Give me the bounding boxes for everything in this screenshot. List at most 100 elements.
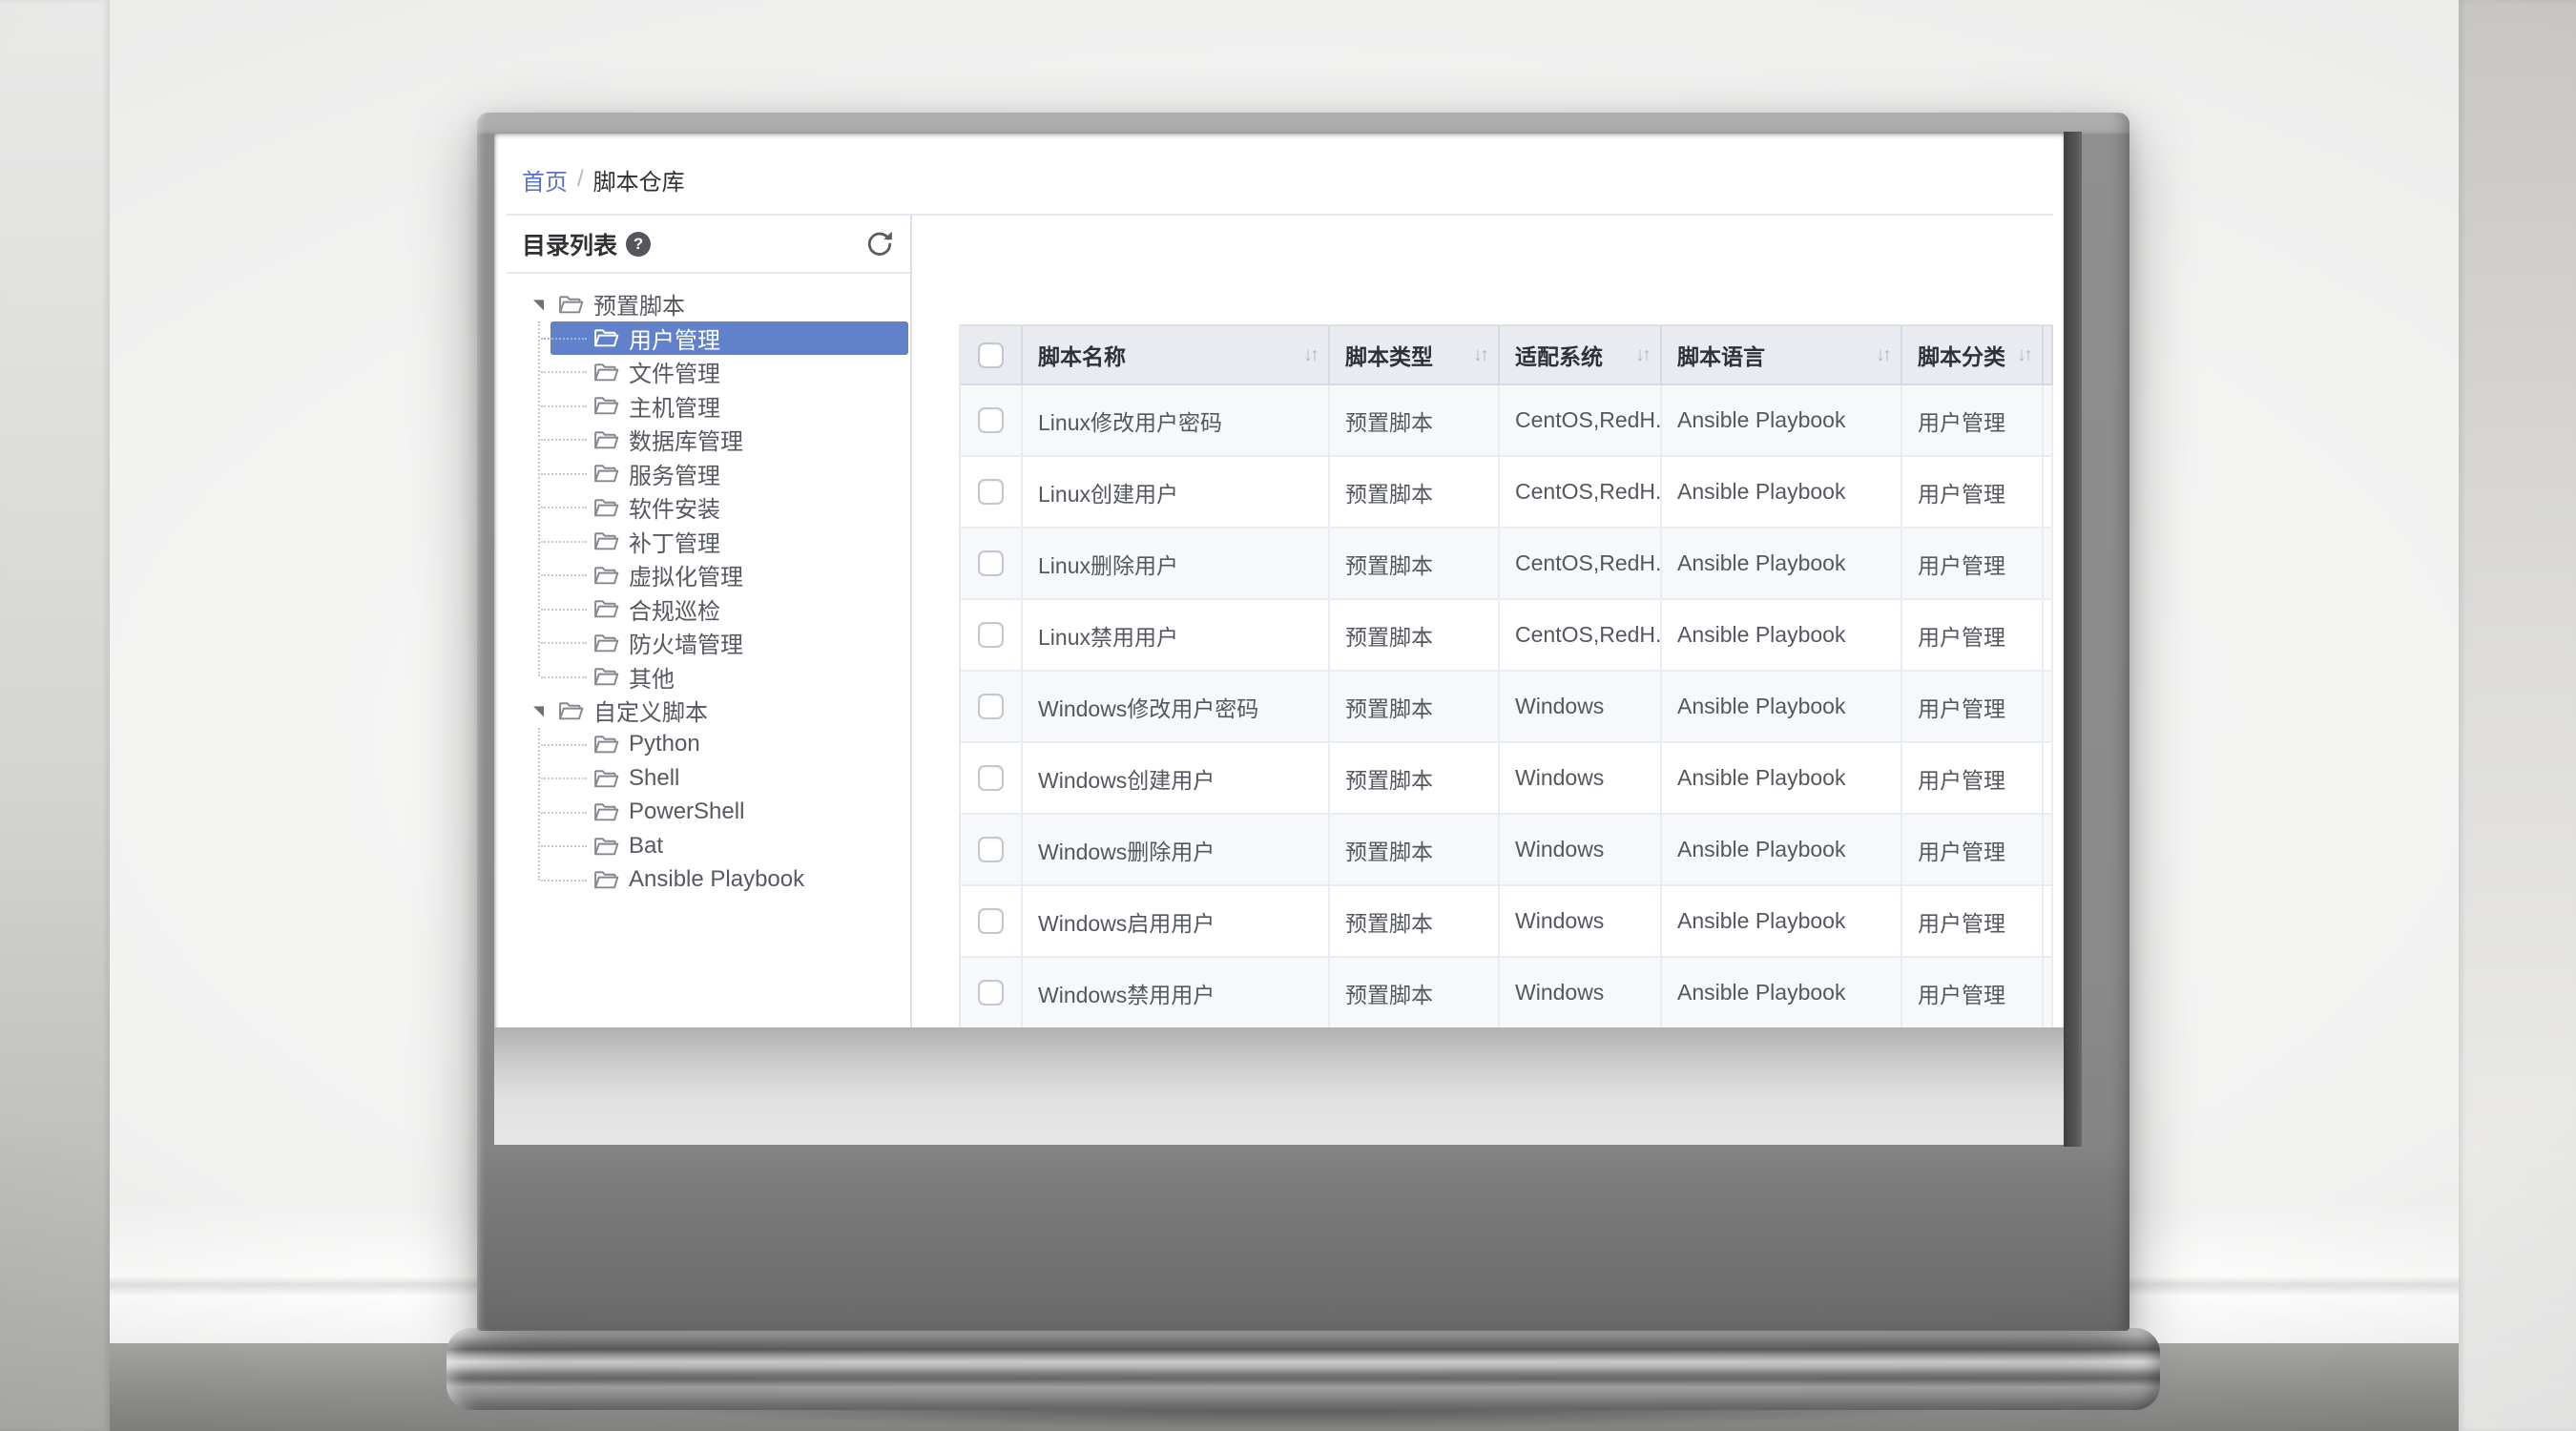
sort-icons[interactable]: ↓↑ (1303, 344, 1319, 366)
cell-extra (2044, 958, 2053, 1027)
tree-item-label: 软件安装 (629, 497, 720, 524)
left-wall-pillar (0, 0, 110, 1431)
row-checkbox-cell (961, 815, 1023, 886)
breadcrumb-home-link[interactable]: 首页 (522, 163, 568, 197)
row-checkbox[interactable] (978, 908, 1004, 934)
breadcrumb-current: 脚本仓库 (592, 169, 685, 196)
row-checkbox-cell (961, 457, 1023, 529)
column-header-script-name[interactable]: 脚本名称 ↓↑ (1023, 326, 1330, 385)
cell-extra (2044, 385, 2053, 457)
cell-target-os: CentOS,RedH... (1500, 385, 1662, 457)
tree-guide-line (538, 321, 540, 676)
sort-icons[interactable]: ↓↑ (1635, 344, 1652, 366)
row-checkbox-cell (961, 672, 1023, 743)
sidebar-title: 目录列表 (522, 232, 618, 259)
refresh-button[interactable] (864, 229, 895, 259)
tree-item-label: 文件管理 (629, 362, 720, 388)
tree-item-label: 虚拟化管理 (629, 565, 743, 591)
tree-item[interactable]: Shell (541, 761, 908, 796)
table-row[interactable]: Linux创建用户 预置脚本 CentOS,RedH... Ansible Pl… (961, 457, 2053, 529)
monitor-bezel-right (2064, 132, 2082, 1147)
tree-item[interactable]: 文件管理 (541, 355, 908, 389)
row-checkbox[interactable] (978, 765, 1004, 791)
table-row[interactable]: Windows禁用用户 预置脚本 Windows Ansible Playboo… (961, 958, 2053, 1027)
tree-item[interactable]: 服务管理 (541, 457, 908, 491)
expand-arrow-icon[interactable] (532, 298, 545, 311)
tree-item[interactable]: 主机管理 (541, 389, 908, 424)
folder-open-icon (594, 633, 619, 653)
cell-script-category: 用户管理 (1902, 886, 2044, 958)
table-row[interactable]: Windows启用用户 预置脚本 Windows Ansible Playboo… (961, 886, 2053, 958)
cell-script-language: Ansible Playbook (1662, 886, 1902, 958)
folder-open-icon (594, 430, 619, 449)
cell-script-type: 预置脚本 (1330, 672, 1500, 743)
tree-item[interactable]: 软件安装 (541, 490, 908, 525)
row-checkbox-cell (961, 385, 1023, 457)
tree-connector (541, 371, 587, 373)
cell-script-category: 用户管理 (1902, 743, 2044, 815)
tree-item[interactable]: 自定义脚本 (507, 694, 910, 728)
tree-connector (541, 439, 587, 441)
tree-item[interactable]: 虚拟化管理 (541, 558, 908, 592)
monitor-stand (447, 1328, 2160, 1410)
folder-open-icon (594, 532, 619, 550)
tree-item[interactable]: Ansible Playbook (541, 863, 908, 898)
folder-open-icon (594, 769, 619, 788)
sort-icons[interactable]: ↓↑ (1473, 344, 1489, 366)
content-card: 目录列表 ? 预置脚本 用户管理 文件管理 主机管理 数据库管理 服务管理 软件… (507, 216, 2053, 1027)
column-header-script-category[interactable]: 脚本分类 ↓↑ (1902, 326, 2044, 385)
tree-connector (541, 507, 587, 508)
table-row[interactable]: Windows创建用户 预置脚本 Windows Ansible Playboo… (961, 743, 2053, 815)
tree-connector (541, 811, 587, 814)
tree-connector (541, 743, 587, 746)
row-checkbox[interactable] (978, 694, 1004, 719)
row-checkbox[interactable] (978, 407, 1004, 433)
column-header-script-language[interactable]: 脚本语言 ↓↑ (1662, 326, 1902, 385)
row-checkbox-cell (961, 743, 1023, 815)
cell-extra (2044, 743, 2053, 815)
tree-item[interactable]: 合规巡检 (541, 592, 908, 627)
sort-icons[interactable]: ↓↑ (1876, 344, 1892, 366)
cell-script-type: 预置脚本 (1330, 815, 1500, 886)
table-row[interactable]: Windows修改用户密码 预置脚本 Windows Ansible Playb… (961, 672, 2053, 743)
select-all-checkbox[interactable] (978, 342, 1004, 368)
help-icon[interactable]: ? (626, 231, 652, 257)
tree-item[interactable]: 用户管理 (541, 321, 908, 355)
folder-open-icon (594, 566, 619, 585)
tree-item[interactable]: 补丁管理 (541, 525, 908, 559)
row-checkbox[interactable] (978, 980, 1004, 1006)
table-row[interactable]: Windows删除用户 预置脚本 Windows Ansible Playboo… (961, 815, 2053, 886)
table-header-row: 脚本名称 ↓↑ 脚本类型 ↓↑ 适配系统 ↓↑ 脚本语言 ↓↑ 脚本分类 ↓↑ (961, 326, 2053, 385)
row-checkbox[interactable] (978, 622, 1004, 648)
column-header-target-os[interactable]: 适配系统 ↓↑ (1500, 326, 1662, 385)
tree-item[interactable]: 防火墙管理 (541, 626, 908, 660)
table-row[interactable]: Linux禁用用户 预置脚本 CentOS,RedH... Ansible Pl… (961, 600, 2053, 672)
column-header-script-type[interactable]: 脚本类型 ↓↑ (1330, 326, 1500, 385)
tree-item-label: Bat (629, 832, 664, 859)
tree-item[interactable]: 数据库管理 (541, 423, 908, 457)
tree-item-label: 服务管理 (629, 463, 720, 489)
tree-item-label: 用户管理 (629, 327, 720, 354)
expand-arrow-icon[interactable] (532, 704, 545, 717)
table-row[interactable]: Linux删除用户 预置脚本 CentOS,RedH... Ansible Pl… (961, 529, 2053, 600)
tree-item[interactable]: Python (541, 728, 908, 762)
tree-item[interactable]: Bat (541, 829, 908, 863)
cell-script-name: Linux创建用户 (1023, 457, 1330, 529)
cell-target-os: Windows (1500, 672, 1662, 743)
row-checkbox[interactable] (978, 479, 1004, 505)
cell-script-language: Ansible Playbook (1662, 958, 1902, 1027)
tree-item[interactable]: 其他 (541, 660, 908, 695)
tree-connector (541, 404, 587, 407)
right-wall-pillar (2459, 0, 2576, 1431)
tree-item[interactable]: 预置脚本 (507, 287, 910, 321)
cell-script-type: 预置脚本 (1330, 529, 1500, 600)
row-checkbox[interactable] (978, 837, 1004, 862)
row-checkbox[interactable] (978, 550, 1004, 576)
table-row[interactable]: Linux修改用户密码 预置脚本 CentOS,RedH... Ansible … (961, 385, 2053, 457)
cell-target-os: Windows (1500, 815, 1662, 886)
cell-script-category: 用户管理 (1902, 815, 2044, 886)
tree-item[interactable]: PowerShell (541, 796, 908, 830)
tree-guide-line (538, 728, 540, 881)
sort-icons[interactable]: ↓↑ (2017, 344, 2033, 366)
cell-extra (2044, 600, 2053, 672)
